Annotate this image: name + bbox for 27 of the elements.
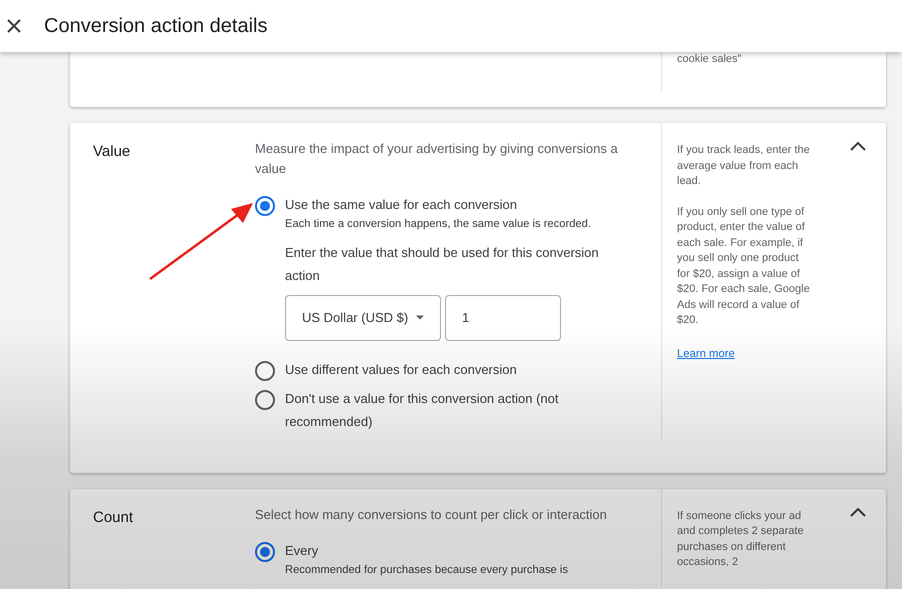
learn-more-link[interactable]: Learn more (677, 346, 735, 362)
help-text: If you track leads, enter the average value from each lead. (677, 143, 811, 189)
option-label: Every (285, 542, 320, 560)
section-description: Measure the impact of your advertising by giving conversions a value (255, 140, 619, 178)
option-hint: Recommended for purchases because every purchase is (285, 562, 569, 578)
option-hint: Each time a conversion happens, the same value is recorded. (285, 217, 592, 232)
currency-dropdown[interactable]: US Dollar (USD $) (285, 294, 441, 341)
caret-icon (416, 315, 424, 320)
radio-button[interactable] (255, 196, 275, 216)
option-label: Use the same value for each conversion (285, 196, 518, 214)
section-title: Count (93, 508, 134, 526)
value-prompt: Enter the value that should be used for this conversion action (285, 244, 600, 285)
collapse-chevron-icon[interactable] (850, 506, 866, 517)
section-title: Value (93, 143, 130, 160)
close-icon[interactable] (7, 19, 21, 33)
option-label: Don't use a value for this conversion action (not recommended) (285, 390, 560, 431)
section-description: Select how many conversions to count per click or interaction (255, 506, 608, 524)
radio-button[interactable] (255, 390, 275, 410)
radio-button[interactable] (255, 360, 275, 381)
help-text: cookie sales" (677, 52, 742, 67)
amount-field[interactable]: 1 (445, 294, 561, 341)
option-label: Use different values for each conversion (285, 360, 518, 379)
page-title: Conversion action details (44, 14, 268, 39)
radio-button[interactable] (255, 542, 275, 562)
help-text: If someone clicks your ad and completes 2 separate purchases on different occasions, 2 (677, 508, 805, 570)
collapse-chevron-icon[interactable] (850, 141, 866, 151)
help-text: If you only sell one type of product, enter the value of each sale. For example, if you sell only one product for $20, assign a value of $20. For each sale, Google Ads will record a value of $20. (677, 204, 811, 328)
